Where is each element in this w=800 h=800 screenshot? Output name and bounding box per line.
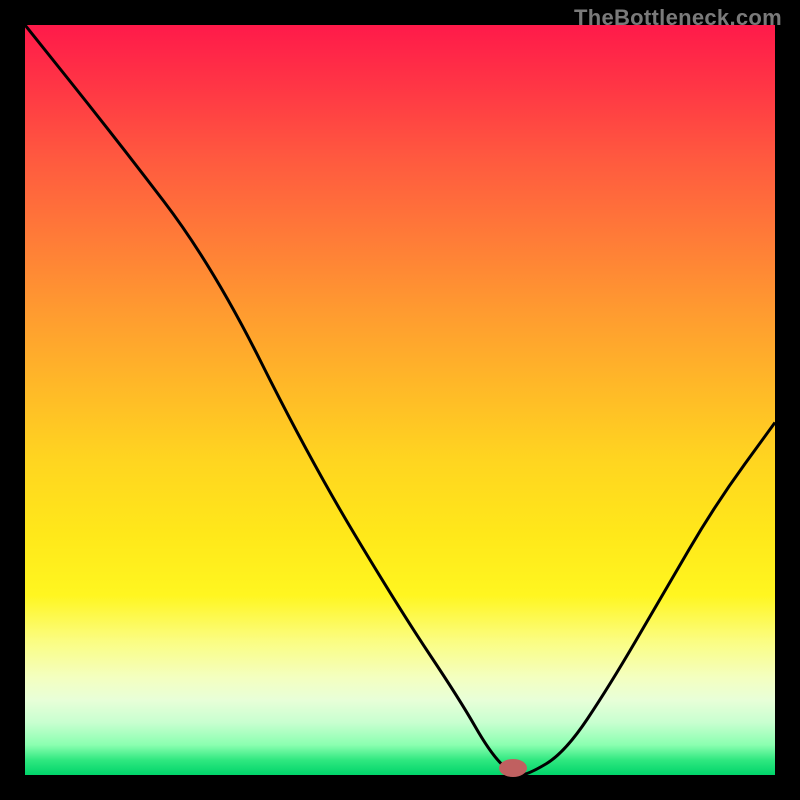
watermark-text: TheBottleneck.com [574,5,782,31]
bottleneck-curve [25,25,775,775]
optimal-point-marker [499,759,527,777]
bottleneck-chart [25,25,775,775]
chart-curve-layer [25,25,775,775]
